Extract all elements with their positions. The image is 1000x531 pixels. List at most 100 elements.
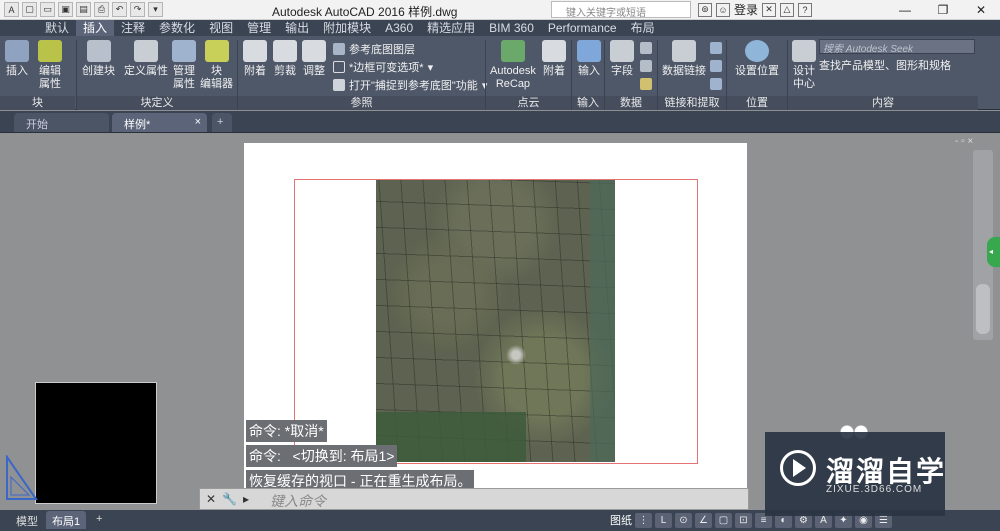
snap-to-underlay-dropdown[interactable]: 打开"捕捉到参考底图"功能▾ bbox=[333, 77, 487, 93]
upload-link-icon bbox=[710, 60, 722, 72]
panel-header-point-cloud[interactable]: 点云 bbox=[486, 96, 571, 110]
help-icon[interactable]: ? bbox=[798, 2, 813, 17]
data-tool-3[interactable] bbox=[640, 78, 652, 90]
window-title: Autodesk AutoCAD 2016 样例.dwg bbox=[272, 5, 458, 19]
frame-variable-dropdown[interactable]: *边框可变选项* ▾ bbox=[333, 59, 433, 75]
open-file-icon[interactable]: ▭ bbox=[40, 2, 55, 17]
wrench-icon[interactable]: 🔧 bbox=[222, 492, 237, 506]
panel-header-data[interactable]: 数据 bbox=[605, 96, 657, 110]
manage-attributes-button[interactable]: 管理 属性 bbox=[172, 40, 196, 91]
panel-header-block[interactable]: 块 bbox=[0, 96, 75, 110]
search-input[interactable]: 键入关键字或短语 bbox=[551, 1, 691, 19]
exchange-icon[interactable]: ✕ bbox=[762, 2, 777, 17]
design-center-button[interactable]: 设计 中心 bbox=[792, 40, 816, 91]
app-menu-icon[interactable]: A bbox=[4, 2, 19, 17]
ribbon-tab[interactable]: BIM 360 bbox=[482, 20, 541, 36]
binoculars-icon[interactable]: ⊚ bbox=[698, 2, 712, 17]
link-tool-3[interactable] bbox=[710, 78, 722, 90]
close-icon[interactable]: ✕ bbox=[962, 0, 1000, 19]
polar-icon[interactable]: ∠ bbox=[695, 512, 712, 528]
ribbon-tab[interactable]: 精选应用 bbox=[420, 20, 482, 36]
field-icon bbox=[610, 40, 634, 62]
frame-icon bbox=[333, 61, 345, 73]
link-tool-1[interactable] bbox=[710, 42, 722, 54]
close-icon[interactable]: ✕ bbox=[206, 492, 216, 506]
panel-header-reference[interactable]: 参照 bbox=[238, 96, 485, 110]
set-location-button[interactable]: 设置位置 bbox=[735, 40, 779, 78]
watermark-url: ZIXUE.3D66.COM bbox=[826, 484, 923, 495]
adjust-icon bbox=[302, 40, 326, 62]
file-tab-sample[interactable]: 样例* × bbox=[112, 113, 207, 132]
link-tool-2[interactable] bbox=[710, 60, 722, 72]
osnap-icon[interactable]: ▢ bbox=[715, 512, 732, 528]
panel-header-block-definition[interactable]: 块定义 bbox=[77, 96, 237, 110]
ribbon-tab[interactable]: 注释 bbox=[114, 20, 152, 36]
save-as-icon[interactable]: ▤ bbox=[76, 2, 91, 17]
paper-space-label[interactable]: 图纸 bbox=[610, 512, 632, 528]
seek-search-input[interactable]: 搜索 Autodesk Seek bbox=[819, 39, 975, 55]
title-right-tools: ⊚ ☺ 登录 ✕ △ ? bbox=[698, 1, 813, 18]
layout-tab-model[interactable]: 模型 bbox=[10, 511, 44, 529]
new-file-icon[interactable]: ▢ bbox=[22, 2, 37, 17]
print-icon[interactable]: ⎙ bbox=[94, 2, 109, 17]
insert-block-button[interactable]: 插入 bbox=[5, 40, 29, 78]
ribbon-tab[interactable]: 附加模块 bbox=[316, 20, 378, 36]
clip-button[interactable]: 剪裁 bbox=[273, 40, 297, 78]
file-tab-start[interactable]: 开始 bbox=[14, 113, 109, 132]
ribbon-tab[interactable]: 视图 bbox=[202, 20, 240, 36]
create-block-button[interactable]: 创建块 bbox=[82, 40, 115, 78]
panel-header-linking[interactable]: 链接和提取 bbox=[658, 96, 726, 110]
field-button[interactable]: 字段 bbox=[610, 40, 634, 78]
command-input[interactable]: 键入命令 bbox=[270, 491, 710, 511]
ribbon-tab[interactable]: 参数化 bbox=[152, 20, 202, 36]
underlay-layers-button[interactable]: 参考底图图层 bbox=[333, 41, 415, 57]
ribbon-tab[interactable]: 管理 bbox=[240, 20, 278, 36]
grid-icon[interactable]: ⋮ bbox=[635, 512, 652, 528]
redo-icon[interactable]: ↷ bbox=[130, 2, 145, 17]
viewport-controls[interactable]: - ▫ × bbox=[955, 136, 973, 147]
user-icon[interactable]: ☺ bbox=[716, 2, 730, 17]
adjust-button[interactable]: 调整 bbox=[302, 40, 326, 78]
ortho-icon[interactable]: ⊙ bbox=[675, 512, 692, 528]
ucs-icon bbox=[6, 455, 38, 500]
attach-button[interactable]: 附着 bbox=[243, 40, 267, 78]
undo-icon[interactable]: ↶ bbox=[112, 2, 127, 17]
panel-header-location[interactable]: 位置 bbox=[727, 96, 787, 110]
block-editor-button[interactable]: 块 编辑器 bbox=[200, 40, 233, 91]
pointcloud-icon bbox=[542, 40, 566, 62]
snap-mode-icon[interactable]: L bbox=[655, 512, 672, 528]
login-link[interactable]: 登录 bbox=[734, 1, 758, 18]
qat-dropdown-icon[interactable]: ▾ bbox=[148, 2, 163, 17]
steering-wheel-icon[interactable]: ◂ bbox=[987, 237, 1000, 267]
add-layout-button[interactable]: + bbox=[90, 511, 108, 529]
navigation-strip[interactable] bbox=[976, 284, 990, 334]
data-tool-2[interactable] bbox=[640, 60, 652, 72]
otrack-icon[interactable]: ⊡ bbox=[735, 512, 752, 528]
ribbon-tab[interactable]: 布局 bbox=[624, 20, 662, 36]
ribbon-tab[interactable]: A360 bbox=[378, 20, 420, 36]
a360-icon[interactable]: △ bbox=[780, 2, 795, 17]
edit-attributes-button[interactable]: 编辑 属性 bbox=[38, 40, 62, 91]
data-tool-1[interactable] bbox=[640, 42, 652, 54]
ribbon-tab[interactable]: 默认 bbox=[38, 20, 76, 36]
recap-button[interactable]: Autodesk ReCap bbox=[490, 40, 536, 91]
close-tab-icon[interactable]: × bbox=[195, 116, 201, 128]
layout-tab-layout1[interactable]: 布局1 bbox=[46, 511, 87, 529]
save-icon[interactable]: ▣ bbox=[58, 2, 73, 17]
data-link-button[interactable]: 数据链接 bbox=[662, 40, 706, 78]
command-line-tools: ✕ 🔧 ▸ bbox=[206, 492, 249, 506]
panel-header-import[interactable]: 输入 bbox=[572, 96, 604, 110]
table-icon bbox=[640, 42, 652, 54]
define-attribute-button[interactable]: 定义属性 bbox=[124, 40, 168, 78]
import-button[interactable]: 输入 bbox=[577, 40, 601, 78]
restore-icon[interactable]: ❐ bbox=[924, 0, 962, 19]
ribbon-tab[interactable]: Performance bbox=[541, 20, 624, 36]
new-tab-button[interactable]: + bbox=[212, 113, 232, 132]
ribbon-tab[interactable]: 插入 bbox=[76, 20, 115, 36]
panel-header-content[interactable]: 内容 bbox=[788, 96, 978, 110]
extract-icon bbox=[710, 78, 722, 90]
ribbon-tab[interactable]: 输出 bbox=[278, 20, 316, 36]
pointcloud-attach-button[interactable]: 附着 bbox=[542, 40, 566, 78]
minimize-icon[interactable]: — bbox=[886, 0, 924, 19]
prompt-icon[interactable]: ▸ bbox=[243, 492, 249, 506]
